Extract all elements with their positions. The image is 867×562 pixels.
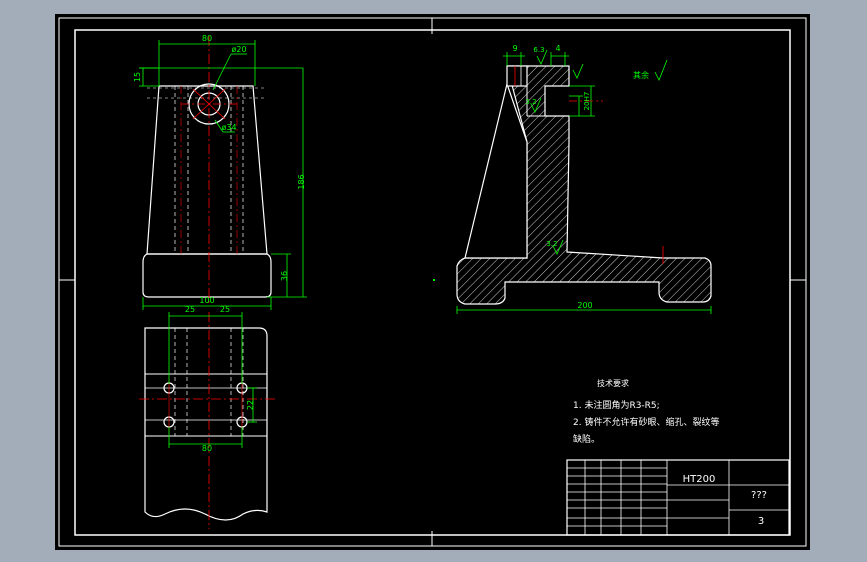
top-dim-right: 25 <box>220 305 230 314</box>
section-dim-63: 6.3 <box>533 46 544 54</box>
front-dim-top-width: 80 <box>202 34 212 43</box>
top-dim-left: 25 <box>185 305 195 314</box>
front-dim-base-height: 36 <box>280 271 289 281</box>
title-block-drawing-name: ??? <box>751 490 767 501</box>
tech-notes: 技术要求 1. 未注圆角为R3-R5; 2. 铸件不允许有砂眼、缩孔、裂纹等 缺… <box>573 378 719 445</box>
top-view-outline <box>144 327 268 521</box>
top-dim-bottom: 80 <box>202 444 212 453</box>
section-view: 9 6.3 4 3.2 20H7 3.2 200 其余 <box>456 44 712 314</box>
section-dim-32-upper: 3.2 <box>525 98 536 106</box>
section-dim-200: 200 <box>577 301 592 310</box>
top-dim-right-vertical: 22 <box>246 400 255 410</box>
front-dim-inner-hole: ø34 <box>221 123 236 132</box>
top-view: 25 25 22 80 <box>139 305 275 529</box>
tech-notes-line3: 缺陷。 <box>573 433 600 445</box>
front-view: 80 ø20 15 ø34 186 36 100 <box>133 34 307 310</box>
tech-notes-title: 技术要求 <box>597 378 629 388</box>
front-view-body <box>146 85 268 255</box>
front-dim-total-height: 186 <box>297 174 306 189</box>
front-dim-hole: ø20 <box>231 45 246 54</box>
origin-marker <box>433 279 435 281</box>
front-dim-base-width: 100 <box>199 296 214 305</box>
cad-viewport[interactable]: 80 ø20 15 ø34 186 36 100 25 25 22 80 9 6… <box>55 14 810 550</box>
section-dim-4: 4 <box>555 44 560 53</box>
title-block-sheet: 3 <box>758 516 764 527</box>
roughness-note: 其余 <box>633 70 649 80</box>
section-dim-9: 9 <box>512 44 517 53</box>
tech-notes-line2: 2. 铸件不允许有砂眼、缩孔、裂纹等 <box>573 416 719 428</box>
section-view-rib <box>464 81 528 259</box>
section-view-top-boss <box>506 65 528 87</box>
title-block-material: HT200 <box>683 474 716 485</box>
front-view-base <box>142 253 272 298</box>
section-dim-20: 20H7 <box>583 92 591 111</box>
front-dim-left-height: 15 <box>133 72 142 82</box>
section-dim-32-lower: 3.2 <box>546 240 557 248</box>
drawing-canvas: 80 ø20 15 ø34 186 36 100 25 25 22 80 9 6… <box>58 17 807 547</box>
tech-notes-line1: 1. 未注圆角为R3-R5; <box>573 399 660 411</box>
